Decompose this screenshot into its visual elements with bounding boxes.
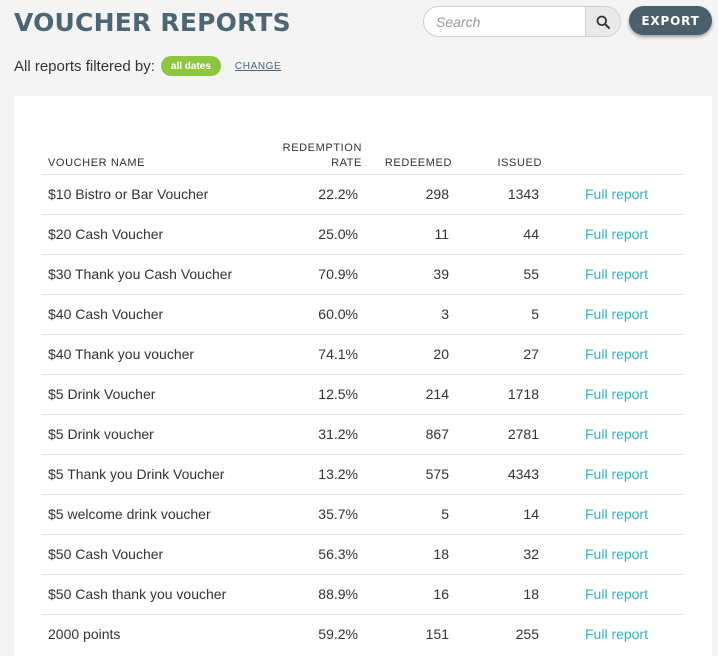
search-input[interactable] — [424, 7, 586, 36]
full-report-link[interactable]: Full report — [585, 175, 648, 215]
redeemed-count-cell: 18 — [433, 546, 449, 562]
issued-count-cell: 255 — [515, 626, 539, 642]
search-button[interactable] — [585, 7, 620, 36]
redeemed-count-cell: 39 — [433, 266, 449, 282]
issued-count-cell: 14 — [523, 506, 539, 522]
redemption-rate-cell: 60.0% — [318, 306, 358, 322]
redemption-rate-cell: 31.2% — [318, 426, 358, 442]
voucher-name-cell: $5 Drink Voucher — [48, 386, 156, 402]
column-header-redeemed: REDEEMED — [384, 157, 452, 169]
full-report-link[interactable]: Full report — [585, 535, 648, 575]
redeemed-count-cell: 16 — [433, 586, 449, 602]
table-row: $5 Thank you Drink Voucher 13.2% 575 4343 Fu… — [42, 454, 683, 494]
table-header: VOUCHER NAME REDEMPTION RATE REDEEMED IS… — [42, 134, 683, 174]
full-report-link[interactable]: Full report — [585, 255, 648, 295]
issued-count-cell: 18 — [523, 586, 539, 602]
issued-count-cell: 1343 — [507, 186, 539, 202]
voucher-name-cell: $50 Cash Voucher — [48, 546, 164, 562]
redemption-rate-cell: 56.3% — [318, 546, 358, 562]
table-row: $40 Thank you voucher 74.1% 20 27 Full repor… — [42, 334, 683, 374]
issued-count-cell: 4343 — [507, 466, 539, 482]
filter-label: All reports filtered by: — [14, 57, 155, 75]
full-report-link[interactable]: Full report — [585, 375, 648, 415]
redemption-rate-cell: 59.2% — [318, 626, 358, 642]
table-row: $40 Cash Voucher 60.0% 3 5 Full report — [42, 294, 683, 334]
redemption-rate-cell: 13.2% — [318, 466, 358, 482]
column-header-issued: ISSUED — [497, 157, 542, 169]
page-title: VOUCHER REPORTS — [14, 8, 291, 37]
redeemed-count-cell: 867 — [425, 426, 449, 442]
reports-card: VOUCHER NAME REDEMPTION RATE REDEEMED IS… — [14, 96, 712, 656]
voucher-name-cell: $5 welcome drink voucher — [48, 506, 211, 522]
voucher-name-cell: $40 Thank you voucher — [48, 346, 195, 362]
change-filter-link[interactable]: CHANGE — [235, 61, 281, 72]
redeemed-count-cell: 3 — [441, 306, 449, 322]
full-report-link[interactable]: Full report — [585, 575, 648, 615]
redemption-rate-cell: 12.5% — [318, 386, 358, 402]
voucher-name-cell: $50 Cash thank you voucher — [48, 586, 227, 602]
issued-count-cell: 5 — [531, 306, 539, 322]
table-row: $5 Drink voucher 31.2% 867 2781 Full report — [42, 414, 683, 454]
table-row: $10 Bistro or Bar Voucher 22.2% 298 1343 Ful… — [42, 174, 683, 214]
full-report-link[interactable]: Full report — [585, 415, 648, 455]
redemption-rate-cell: 74.1% — [318, 346, 358, 362]
redemption-rate-cell: 25.0% — [318, 226, 358, 242]
table-row: $20 Cash Voucher 25.0% 11 44 Full report — [42, 214, 683, 254]
column-header-rate-line2: RATE — [331, 157, 362, 169]
export-button[interactable]: EXPORT — [629, 6, 712, 35]
table-row: $50 Cash Voucher 56.3% 18 32 Full report — [42, 534, 683, 574]
table-row: 2000 points 59.2% 151 255 Full report — [42, 614, 683, 654]
redeemed-count-cell: 151 — [425, 626, 449, 642]
full-report-link[interactable]: Full report — [585, 455, 648, 495]
issued-count-cell: 27 — [523, 346, 539, 362]
redeemed-count-cell: 11 — [434, 226, 449, 242]
voucher-name-cell: $20 Cash Voucher — [48, 226, 164, 242]
full-report-link[interactable]: Full report — [585, 335, 648, 375]
voucher-name-cell: $40 Cash Voucher — [48, 306, 164, 322]
issued-count-cell: 55 — [523, 266, 539, 282]
column-header-voucher-name: VOUCHER NAME — [48, 157, 146, 169]
table-row: $30 Thank you Cash Voucher 70.9% 39 55 Full … — [42, 254, 683, 294]
redemption-rate-cell: 22.2% — [318, 186, 358, 202]
voucher-name-cell: $5 Thank you Drink Voucher — [48, 466, 225, 482]
issued-count-cell: 1718 — [507, 386, 539, 402]
issued-count-cell: 32 — [523, 546, 539, 562]
voucher-name-cell: $30 Thank you Cash Voucher — [48, 266, 233, 282]
table-row: $5 welcome drink voucher 35.7% 5 14 Full rep… — [42, 494, 683, 534]
filter-bar: All reports filtered by: all dates CHANG… — [14, 56, 281, 76]
table-row: $50 Cash thank you voucher 88.9% 16 18 Full … — [42, 574, 683, 614]
full-report-link[interactable]: Full report — [585, 215, 648, 255]
redeemed-count-cell: 5 — [441, 506, 449, 522]
table-row: $5 Drink Voucher 12.5% 214 1718 Full report — [42, 374, 683, 414]
redeemed-count-cell: 20 — [433, 346, 449, 362]
redemption-rate-cell: 88.9% — [318, 586, 358, 602]
redeemed-count-cell: 575 — [425, 466, 449, 482]
voucher-name-cell: $5 Drink voucher — [48, 426, 154, 442]
redemption-rate-cell: 70.9% — [318, 266, 358, 282]
full-report-link[interactable]: Full report — [585, 295, 648, 335]
full-report-link[interactable]: Full report — [585, 495, 648, 535]
search-box — [423, 6, 621, 37]
redemption-rate-cell: 35.7% — [318, 506, 358, 522]
table-body: $10 Bistro or Bar Voucher 22.2% 298 1343 Ful… — [42, 174, 683, 654]
date-filter-pill[interactable]: all dates — [160, 56, 221, 76]
full-report-link[interactable]: Full report — [585, 615, 648, 655]
issued-count-cell: 44 — [523, 226, 539, 242]
column-header-redemption-rate: REDEMPTION RATE — [262, 141, 362, 171]
voucher-name-cell: $10 Bistro or Bar Voucher — [48, 186, 209, 202]
voucher-name-cell: 2000 points — [48, 626, 121, 642]
column-header-rate-line1: REDEMPTION — [282, 142, 362, 154]
redeemed-count-cell: 298 — [425, 186, 449, 202]
issued-count-cell: 2781 — [507, 426, 539, 442]
redeemed-count-cell: 214 — [425, 386, 449, 402]
search-icon — [596, 15, 610, 29]
